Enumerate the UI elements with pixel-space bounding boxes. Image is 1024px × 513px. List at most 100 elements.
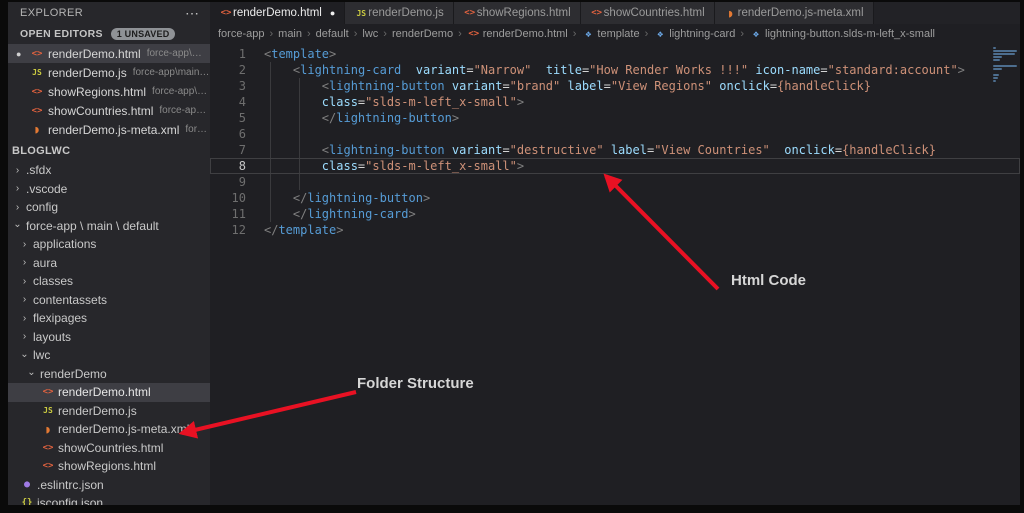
open-editor-path: force-app\main\de... — [133, 67, 210, 78]
tab-showCountries.html[interactable]: <>showCountries.html — [581, 2, 715, 24]
code-line-3[interactable]: 3 <lightning-button variant="brand" labe… — [210, 78, 1020, 94]
code-line-11[interactable]: 11 </lightning-card> — [210, 206, 1020, 222]
open-editor-showCountries.html[interactable]: <>showCountries.htmlforce-app\ma... — [8, 101, 210, 120]
tree-item-aura[interactable]: ›aura — [8, 254, 210, 273]
open-editor-renderDemo.js-meta.xml[interactable]: ◗renderDemo.js-meta.xmlforce-a... — [8, 120, 210, 139]
tree-item-.vscode[interactable]: ›.vscode — [8, 180, 210, 199]
minimap[interactable] — [993, 47, 1017, 83]
xml-file-icon-tree: ◗ — [41, 423, 55, 436]
code-line-content: class="slds-m-left_x-small"> — [264, 94, 524, 110]
code-line-8[interactable]: 8 class="slds-m-left_x-small"> — [210, 158, 1020, 174]
tree-item-.eslintrc.json[interactable]: ●.eslintrc.json — [8, 476, 210, 495]
breadcrumb-item-renderDemo.html[interactable]: <>renderDemo.html — [467, 28, 568, 40]
code-line-1[interactable]: 1<template> — [210, 46, 1020, 62]
vscode-window: EXPLORER ⋯ OPEN EDITORS 1 UNSAVED ●<>ren… — [8, 2, 1020, 505]
breadcrumb-separator-icon: › — [307, 28, 311, 40]
breadcrumb-separator-icon: › — [458, 28, 462, 40]
code-token: = — [835, 143, 842, 157]
unsaved-dot-icon[interactable]: ● — [330, 8, 335, 18]
code-token: < — [322, 79, 329, 93]
code-line-2[interactable]: 2 <lightning-card variant="Narrow" title… — [210, 62, 1020, 78]
tree-item-label: contentassets — [33, 293, 107, 307]
tree-item-applications[interactable]: ›applications — [8, 235, 210, 254]
tab-renderDemo.html[interactable]: <>renderDemo.html● — [210, 2, 345, 24]
code-token: = — [820, 63, 827, 77]
more-actions-icon[interactable]: ⋯ — [185, 5, 200, 22]
breadcrumb-item-main[interactable]: main — [278, 28, 302, 40]
tree-item-jsconfig.json[interactable]: {}jsconfig.json — [8, 494, 210, 505]
eslint-file-icon-tree: ● — [20, 479, 34, 490]
tree-item-flexipages[interactable]: ›flexipages — [8, 309, 210, 328]
minimap-line — [993, 74, 999, 76]
code-line-5[interactable]: 5 </lightning-button> — [210, 110, 1020, 126]
code-lines: 1<template>2 <lightning-card variant="Na… — [210, 46, 1020, 238]
code-line-4[interactable]: 4 class="slds-m-left_x-small"> — [210, 94, 1020, 110]
tree-item-label: config — [26, 200, 58, 214]
open-editor-renderDemo.js[interactable]: JSrenderDemo.jsforce-app\main\de... — [8, 63, 210, 82]
open-editor-path: force-app\ma... — [159, 105, 210, 116]
html-file-icon-tab: <> — [463, 8, 477, 18]
breadcrumb-item-default[interactable]: default — [316, 28, 349, 40]
breadcrumb-item-force-app[interactable]: force-app — [218, 28, 264, 40]
tree-item-contentassets[interactable]: ›contentassets — [8, 291, 210, 310]
tree-item-label: .sfdx — [26, 163, 51, 177]
breadcrumb-separator-icon: › — [269, 28, 273, 40]
open-editor-renderDemo.html[interactable]: ●<>renderDemo.htmlforce-app\main... — [8, 44, 210, 63]
tab-showRegions.html[interactable]: <>showRegions.html — [454, 2, 581, 24]
breadcrumb-item-lwc[interactable]: lwc — [362, 28, 378, 40]
code-line-content: <template> — [264, 46, 336, 62]
breadcrumb-item-lightning-button.slds-m-left-x-small[interactable]: ❖lightning-button.slds-m-left_x-small — [749, 28, 935, 40]
chevron-right-icon: › — [19, 276, 30, 287]
tree-item-label: renderDemo.js — [58, 404, 137, 418]
breadcrumb-separator-icon: › — [645, 28, 649, 40]
tree-item-force-app-main-default[interactable]: ⌄force-app \ main \ default — [8, 217, 210, 236]
breadcrumb-item-lightning-card[interactable]: ❖lightning-card — [653, 28, 735, 40]
tree-item-lwc[interactable]: ⌄lwc — [8, 346, 210, 365]
code-line-9[interactable]: 9 — [210, 174, 1020, 190]
html-file-icon-oe: <> — [30, 87, 44, 97]
breadcrumb-separator-icon: › — [573, 28, 577, 40]
code-line-content: <lightning-button variant="destructive" … — [264, 142, 936, 158]
tree-item-layouts[interactable]: ›layouts — [8, 328, 210, 347]
code-line-6[interactable]: 6 — [210, 126, 1020, 142]
breadcrumb-item-renderDemo[interactable]: renderDemo — [392, 28, 453, 40]
tree-item-config[interactable]: ›config — [8, 198, 210, 217]
code-token: < — [322, 143, 329, 157]
minimap-line — [993, 59, 1000, 61]
tab-renderDemo.js-meta.xml[interactable]: ◗renderDemo.js-meta.xml — [715, 2, 874, 24]
code-line-7[interactable]: 7 <lightning-button variant="destructive… — [210, 142, 1020, 158]
explorer-title: EXPLORER — [20, 7, 83, 19]
open-editor-showRegions.html[interactable]: <>showRegions.htmlforce-app\mai... — [8, 82, 210, 101]
code-token: title — [546, 63, 582, 77]
tree-item-renderDemo.js-meta.xml[interactable]: ◗renderDemo.js-meta.xml — [8, 420, 210, 439]
code-token — [264, 191, 293, 205]
tree-item-renderDemo[interactable]: ⌄renderDemo — [8, 365, 210, 384]
code-line-10[interactable]: 10 </lightning-button> — [210, 190, 1020, 206]
tree-item-label: layouts — [33, 330, 71, 344]
tree-item-showCountries.html[interactable]: <>showCountries.html — [8, 439, 210, 458]
tree-item-label: .vscode — [26, 182, 67, 196]
code-line-content: </lightning-button> — [264, 190, 430, 206]
file-tree: ›.sfdx›.vscode›config⌄force-app \ main \… — [8, 161, 210, 505]
breadcrumb-label: renderDemo.html — [483, 28, 568, 40]
open-editor-name: renderDemo.js — [48, 66, 127, 80]
html-file-icon-tree: <> — [41, 387, 55, 397]
tree-item-label: showRegions.html — [58, 459, 156, 473]
code-token: {handleClick} — [777, 79, 871, 93]
tab-renderDemo.js[interactable]: JSrenderDemo.js — [345, 2, 453, 24]
tree-item-.sfdx[interactable]: ›.sfdx — [8, 161, 210, 180]
breadcrumb-item-template[interactable]: ❖template — [581, 28, 639, 40]
tree-item-classes[interactable]: ›classes — [8, 272, 210, 291]
tree-item-showRegions.html[interactable]: <>showRegions.html — [8, 457, 210, 476]
tree-item-label: lwc — [33, 348, 50, 362]
chevron-down-icon: ⌄ — [19, 349, 30, 360]
code-line-content: </template> — [264, 222, 343, 238]
code-line-12[interactable]: 12</template> — [210, 222, 1020, 238]
open-editors-header[interactable]: OPEN EDITORS 1 UNSAVED — [8, 24, 210, 44]
tree-item-renderDemo.html[interactable]: <>renderDemo.html — [8, 383, 210, 402]
workspace-root-header[interactable]: BLOGLWC — [8, 141, 210, 161]
code-editor[interactable]: 1<template>2 <lightning-card variant="Na… — [210, 44, 1020, 505]
line-number: 1 — [210, 46, 264, 62]
code-token: variant — [452, 79, 503, 93]
tree-item-renderDemo.js[interactable]: JSrenderDemo.js — [8, 402, 210, 421]
